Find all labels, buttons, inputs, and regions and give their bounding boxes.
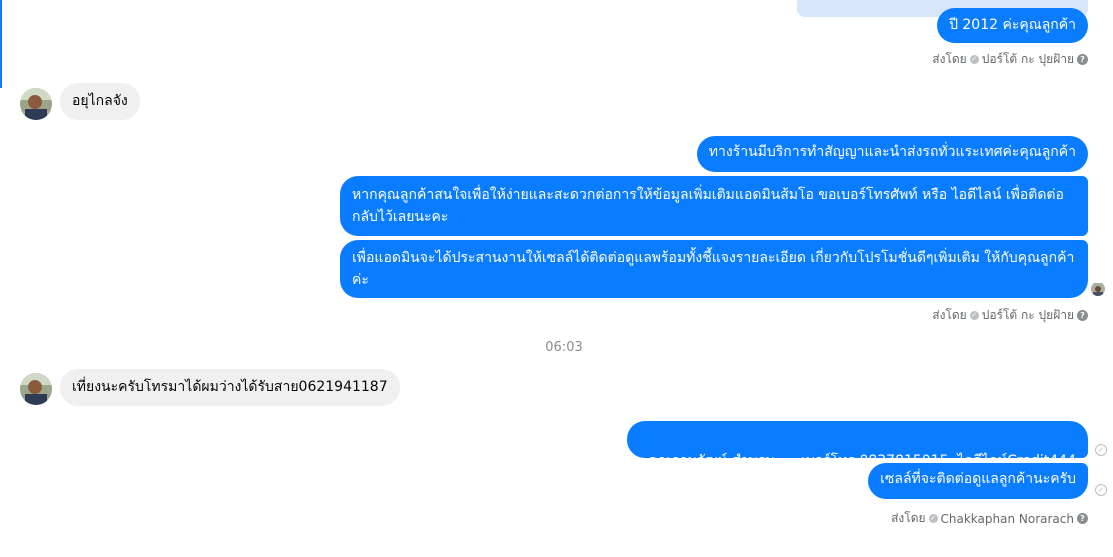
message-bubble-outgoing[interactable]: ทางร้านมีบริการทำสัญญาและนำส่งรถทั่วแระเ…: [696, 136, 1088, 172]
message-meta: ส่งโดย ✓ Chakkaphan Norarach ?: [891, 509, 1088, 528]
sender-name: Chakkaphan Norarach: [940, 511, 1074, 526]
delivered-check-icon: ✓: [1095, 444, 1107, 456]
sent-by-label: ส่งโดย: [932, 52, 967, 66]
seen-avatar: [1091, 282, 1105, 296]
message-bubble-outgoing[interactable]: เพื่อแอดมินจะได้ประสานงานให้เซลล์ได้ติดต…: [340, 240, 1088, 298]
help-icon[interactable]: ?: [1077, 54, 1088, 65]
timestamp: 06:03: [545, 340, 583, 355]
verified-check-icon: ✓: [969, 311, 979, 320]
sender-name: ปอร์โต้ กะ ปุยฝ้าย: [981, 308, 1074, 322]
avatar[interactable]: [20, 373, 52, 405]
verified-check-icon: ✓: [969, 55, 979, 64]
message-bubble-outgoing[interactable]: คุณภานุวัฒน์ ศำพรม เบอร์โทร 0837815015 ไ…: [627, 421, 1088, 469]
message-meta: ส่งโดย ✓ ปอร์โต้ กะ ปุยฝ้าย ?: [932, 306, 1088, 325]
message-bubble-incoming[interactable]: เที่ยงนะครับโทรมาได้ผมว่างได้รับสาย06219…: [60, 369, 400, 406]
sent-by-label: ส่งโดย: [891, 511, 926, 525]
sent-by-label: ส่งโดย: [932, 308, 967, 322]
message-text: ทางร้านมีบริการทำสัญญาและนำส่งรถทั่วแระเ…: [708, 144, 1076, 160]
message-text: เซลล์ที่จะติดต่อดูแลลูกค้านะครับ: [880, 471, 1076, 487]
message-meta: ส่งโดย ✓ ปอร์โต้ กะ ปุยฝ้าย ?: [932, 50, 1088, 69]
message-bubble-outgoing[interactable]: หากคุณลูกค้าสนใจเพื่อให้ง่ายและสะดวกต่อก…: [340, 176, 1088, 236]
help-icon[interactable]: ?: [1077, 310, 1088, 321]
message-text: หากคุณลูกค้าสนใจเพื่อให้ง่ายและสะดวกต่อก…: [352, 187, 1064, 225]
window-edge: [0, 0, 2, 88]
avatar[interactable]: [20, 88, 52, 120]
message-bubble-outgoing[interactable]: เซลล์ที่จะติดต่อดูแลลูกค้านะครับ: [868, 463, 1088, 499]
help-icon[interactable]: ?: [1077, 513, 1088, 524]
message-text: ปี 2012 ค่ะคุณลูกค้า: [949, 17, 1076, 33]
delivered-check-icon: ✓: [1095, 484, 1107, 496]
message-text: เพื่อแอดมินจะได้ประสานงานให้เซลล์ได้ติดต…: [352, 250, 1075, 288]
message-text: อยุไกลจัง: [72, 93, 128, 109]
message-text: เที่ยงนะครับโทรมาได้ผมว่างได้รับสาย06219…: [72, 379, 388, 395]
message-bubble-outgoing[interactable]: ปี 2012 ค่ะคุณลูกค้า: [937, 8, 1088, 43]
verified-check-icon: ✓: [928, 514, 938, 523]
message-bubble-incoming[interactable]: อยุไกลจัง: [60, 83, 140, 120]
sender-name: ปอร์โต้ กะ ปุยฝ้าย: [981, 52, 1074, 66]
